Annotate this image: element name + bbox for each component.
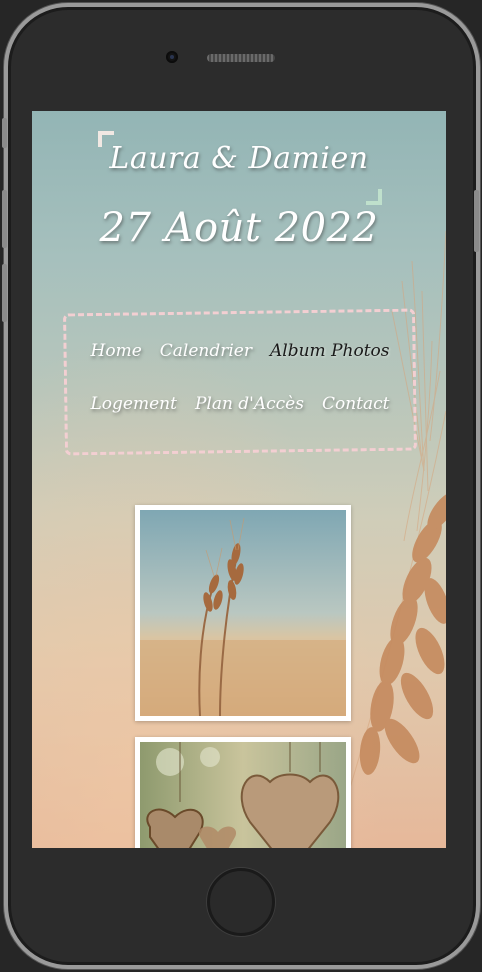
wedding-date: 27 Août 2022 — [99, 205, 379, 251]
volume-down-button — [2, 264, 7, 322]
front-camera-icon — [166, 51, 178, 63]
earpiece-speaker — [207, 54, 275, 62]
nav-row-1: Home Calendrier Album Photos — [64, 341, 416, 361]
wooden-hearts-image — [140, 742, 346, 848]
nav-dashed-border — [63, 308, 417, 456]
phone-screen: Laura & Damien 27 Août 2022 Home Calendr… — [32, 111, 446, 848]
phone-frame: Laura & Damien 27 Août 2022 Home Calendr… — [0, 0, 482, 972]
wheat-stalks-image — [140, 510, 346, 716]
nav-link-logement[interactable]: Logement — [91, 394, 177, 414]
power-button — [474, 190, 479, 252]
photo-wheat-stalks[interactable] — [135, 505, 351, 721]
nav-link-album-photos[interactable]: Album Photos — [270, 341, 389, 361]
nav-link-home[interactable]: Home — [91, 341, 142, 361]
corner-ornament-bottom-right — [366, 189, 382, 205]
nav-link-plan-acces[interactable]: Plan d'Accès — [195, 394, 304, 414]
nav-row-2: Logement Plan d'Accès Contact — [64, 394, 416, 414]
photo-wooden-hearts[interactable] — [135, 737, 351, 848]
nav-link-calendrier[interactable]: Calendrier — [160, 341, 252, 361]
home-button[interactable] — [207, 868, 275, 936]
mute-switch — [2, 118, 7, 148]
volume-up-button — [2, 190, 7, 248]
nav-link-contact[interactable]: Contact — [322, 394, 390, 414]
couple-names-title: Laura & Damien — [109, 141, 369, 176]
